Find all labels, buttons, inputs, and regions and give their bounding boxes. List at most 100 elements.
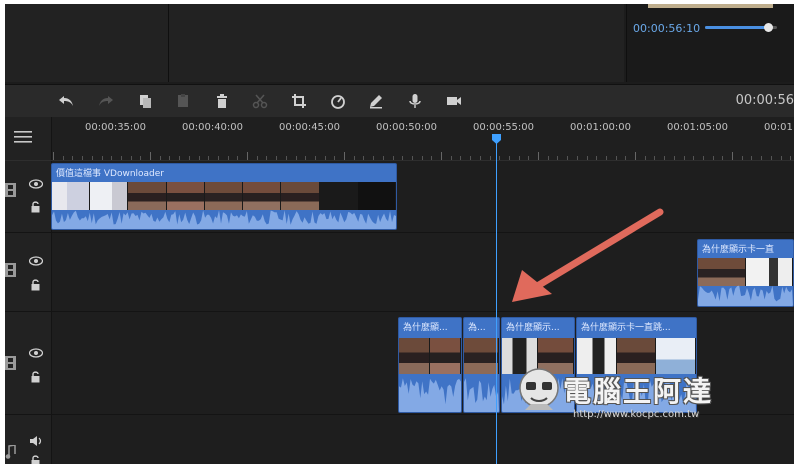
ruler-tick bbox=[324, 156, 326, 160]
clip-thumbnails bbox=[464, 338, 499, 374]
ruler-tick bbox=[586, 156, 588, 160]
ruler-tick bbox=[499, 156, 501, 160]
player-panel bbox=[626, 4, 794, 82]
camera-icon bbox=[447, 97, 461, 105]
waveform-shape bbox=[464, 378, 499, 412]
ruler-tick bbox=[314, 156, 316, 160]
lock-icon[interactable] bbox=[30, 279, 41, 291]
ruler-tick bbox=[441, 152, 442, 160]
ruler-tick bbox=[411, 156, 413, 160]
preview-panel bbox=[169, 4, 624, 82]
eye-icon[interactable] bbox=[29, 256, 43, 266]
crop-button[interactable] bbox=[289, 91, 309, 111]
ruler-tick bbox=[693, 156, 695, 160]
track-1-header bbox=[5, 161, 52, 232]
ruler-tick bbox=[363, 156, 365, 160]
waveform-shape bbox=[399, 378, 461, 412]
current-time-display: 00:00:56:10 bbox=[633, 22, 701, 35]
ruler-tick bbox=[683, 156, 685, 160]
toolbar-time-readout: 00:00:56 bbox=[735, 93, 794, 108]
ruler-time-label: 00:00:50:00 bbox=[376, 122, 438, 133]
ruler-tick bbox=[576, 156, 578, 160]
thumbnail bbox=[52, 182, 91, 210]
ruler-tick bbox=[159, 156, 161, 160]
menu-icon[interactable] bbox=[13, 127, 33, 147]
record-voice-button[interactable] bbox=[405, 91, 425, 111]
ruler-tick bbox=[770, 156, 772, 160]
edit-button[interactable] bbox=[366, 91, 386, 111]
timeline-audio-track[interactable] bbox=[5, 415, 794, 464]
video-clip[interactable]: 為什麼顯示卡一直 bbox=[697, 239, 794, 307]
ruler-tick bbox=[644, 156, 646, 160]
video-clip[interactable]: 為什麼顯... bbox=[398, 317, 462, 413]
ruler-tick bbox=[780, 156, 782, 160]
thumbnail bbox=[357, 182, 396, 210]
lock-icon[interactable] bbox=[30, 455, 41, 464]
audio-waveform bbox=[399, 378, 461, 412]
ruler-tick bbox=[664, 156, 666, 160]
clip-title: 為... bbox=[468, 323, 486, 333]
ruler-tick bbox=[101, 156, 103, 160]
ruler-tick bbox=[722, 156, 724, 160]
speed-button[interactable] bbox=[328, 91, 348, 111]
video-clip[interactable]: 價值這檔事 VDownloader bbox=[51, 163, 397, 230]
delete-button[interactable] bbox=[212, 91, 232, 111]
ruler-tick bbox=[285, 156, 287, 160]
thumbnail bbox=[430, 338, 461, 374]
ruler-time-label: 00:01:05:00 bbox=[667, 122, 729, 133]
eye-icon[interactable] bbox=[29, 179, 43, 189]
timeline-ruler[interactable]: 00:00:35:00 00:00:40:00 00:00:45:00 00:00:5… bbox=[5, 117, 794, 161]
ruler-tick bbox=[421, 156, 423, 160]
ruler-tick bbox=[208, 156, 210, 160]
ruler-tick bbox=[479, 156, 481, 160]
playhead-line[interactable] bbox=[496, 135, 497, 464]
ruler-time-label: 00:01:00:00 bbox=[570, 122, 632, 133]
clip-thumbnails bbox=[52, 182, 396, 210]
redo-button[interactable] bbox=[96, 91, 116, 111]
clip-title: 價值這檔事 VDownloader bbox=[56, 169, 164, 179]
ruler-tick bbox=[625, 156, 627, 160]
copy-button[interactable] bbox=[135, 91, 155, 111]
volume-slider[interactable] bbox=[705, 23, 777, 32]
paste-button[interactable] bbox=[173, 91, 193, 111]
pen-icon bbox=[370, 95, 382, 109]
ruler-time-label: 00:00:55:00 bbox=[473, 122, 535, 133]
ruler-tick bbox=[538, 152, 539, 160]
ruler-tick bbox=[198, 156, 200, 160]
ruler-tick bbox=[140, 156, 142, 160]
thumbnail bbox=[319, 182, 358, 210]
ruler-tick bbox=[130, 156, 132, 160]
watermark-url: http://www.kocpc.com.tw bbox=[573, 409, 700, 420]
eye-icon[interactable] bbox=[29, 348, 43, 358]
split-button[interactable] bbox=[250, 91, 270, 111]
music-note-icon bbox=[5, 445, 16, 459]
speed-icon bbox=[331, 95, 345, 109]
ruler-tick bbox=[120, 156, 122, 160]
ruler-tick bbox=[761, 156, 763, 160]
timeline-track-2[interactable]: 為什麼顯示卡一直 bbox=[5, 233, 794, 312]
ruler-time-label: 00:01: bbox=[764, 122, 794, 133]
annotation-arrow bbox=[512, 208, 664, 302]
audio-waveform bbox=[464, 378, 499, 412]
timeline-track-1[interactable]: 價值這檔事 VDownloader bbox=[5, 161, 794, 233]
video-clip[interactable]: 為... bbox=[463, 317, 500, 413]
thumbnail bbox=[166, 182, 205, 210]
ruler-tick bbox=[150, 152, 151, 160]
record-screen-button[interactable] bbox=[444, 91, 464, 111]
volume-slider-fill bbox=[705, 26, 769, 29]
thumbnail bbox=[281, 182, 320, 210]
lock-icon[interactable] bbox=[30, 371, 41, 383]
clip-title: 為什麼顯示... bbox=[506, 323, 560, 333]
undo-icon bbox=[59, 96, 73, 106]
ruler-tick bbox=[82, 156, 84, 160]
watermark-brand: 電腦王阿達 bbox=[563, 375, 714, 408]
ruler-tick bbox=[605, 156, 607, 160]
ruler-tick bbox=[557, 156, 559, 160]
ruler-tick bbox=[567, 156, 569, 160]
undo-button[interactable] bbox=[56, 91, 76, 111]
clip-title: 為什麼顯示卡一直跳... bbox=[581, 323, 671, 333]
speaker-icon[interactable] bbox=[29, 435, 43, 447]
ruler-tick bbox=[596, 156, 598, 160]
lock-icon[interactable] bbox=[30, 201, 41, 213]
film-icon bbox=[5, 263, 16, 277]
